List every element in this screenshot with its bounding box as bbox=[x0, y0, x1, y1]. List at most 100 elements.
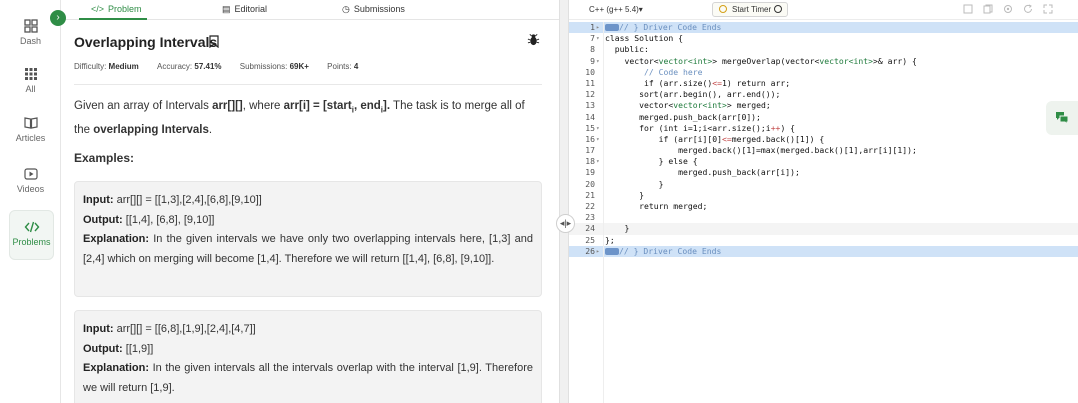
code-token: merged.push_back(arr[i]); bbox=[605, 167, 800, 178]
code-token: class Solution { bbox=[605, 33, 683, 44]
fullscreen-icon[interactable] bbox=[963, 4, 973, 14]
code-line[interactable]: 14 merged.push_back(arr[0]); bbox=[569, 112, 1078, 123]
chat-button[interactable] bbox=[1046, 101, 1078, 135]
nav-item-all[interactable]: All bbox=[0, 66, 61, 94]
start-timer-button[interactable]: Start Timer bbox=[712, 2, 788, 17]
example-input: Input: arr[][] = [[6,8],[1,9],[2,4],[4,7… bbox=[83, 320, 533, 340]
code-line[interactable]: 12 sort(arr.begin(), arr.end()); bbox=[569, 89, 1078, 100]
submissions-value: 69K+ bbox=[289, 62, 309, 71]
code-line[interactable]: 8 public: bbox=[569, 44, 1078, 55]
input-value: arr[][] = [[6,8],[1,9],[2,4],[4,7]] bbox=[113, 323, 256, 335]
timer-icon bbox=[719, 5, 727, 13]
code-token: return merged; bbox=[605, 201, 708, 211]
code-text: public: bbox=[605, 44, 649, 55]
code-line[interactable]: 16 ▾ if (arr[i][0]<=merged.back()[1]) { bbox=[569, 134, 1078, 145]
code-token: > mergeOverlap(vector< bbox=[712, 55, 820, 66]
code-line[interactable]: 10 // Code here bbox=[569, 67, 1078, 78]
accuracy-value: 57.41% bbox=[194, 62, 222, 71]
bug-report-icon[interactable] bbox=[527, 33, 540, 47]
submissions: Submissions: 69K+ bbox=[240, 62, 309, 71]
tab-problem[interactable]: </> Problem bbox=[79, 0, 147, 20]
output-value: [[1,9]] bbox=[122, 342, 154, 355]
chevron-right-icon: › bbox=[56, 12, 60, 23]
code-text: class Solution { bbox=[605, 33, 683, 44]
code-line[interactable]: 1 ▸// } Driver Code Ends bbox=[569, 22, 1078, 34]
code-token: vector< bbox=[605, 55, 659, 66]
tab-label: Submissions bbox=[353, 4, 405, 14]
input-label: Input: bbox=[83, 323, 114, 335]
line-number: 17 bbox=[585, 145, 595, 156]
code-token: <= bbox=[712, 77, 722, 88]
code-token: vector<int> bbox=[658, 55, 713, 66]
pane-splitter[interactable] bbox=[559, 0, 569, 403]
resize-handle-icon[interactable]: ◂|▸ bbox=[556, 214, 575, 233]
explanation-label: Explanation: bbox=[83, 233, 150, 245]
code-text: for (int i=1;i<arr.size();i++) { bbox=[605, 123, 795, 134]
code-token: merged.push_back(arr[0]); bbox=[605, 111, 761, 122]
expand-icon[interactable] bbox=[1043, 4, 1053, 14]
tab-editorial[interactable]: ▤ Editorial bbox=[222, 0, 267, 20]
settings-icon[interactable] bbox=[1003, 4, 1013, 14]
reset-icon[interactable] bbox=[1023, 4, 1033, 14]
code-text: // Code here bbox=[605, 67, 703, 78]
difficulty-value: Medium bbox=[108, 62, 139, 71]
line-number: 15 bbox=[585, 122, 595, 133]
nav-item-problems[interactable]: Problems bbox=[9, 210, 54, 260]
code-token: 1) return arr; bbox=[721, 77, 791, 88]
editor-toolbar: C++ (g++ 5.4)▾ Start Timer bbox=[569, 0, 1078, 20]
folded-region-marker[interactable] bbox=[605, 24, 619, 31]
clock-icon: ◷ bbox=[342, 4, 350, 14]
line-number: 26 bbox=[585, 245, 595, 256]
collapse-nav-button[interactable]: › bbox=[50, 10, 66, 26]
code-token: >& arr) { bbox=[873, 55, 917, 66]
nav-item-articles[interactable]: Articles bbox=[0, 115, 61, 143]
code-line[interactable]: 26 ▸// } Driver Code Ends bbox=[569, 245, 1078, 257]
code-line[interactable]: 23 bbox=[569, 212, 1078, 223]
code-line[interactable]: 18 ▾ } else { bbox=[569, 156, 1078, 167]
play-icon bbox=[23, 168, 38, 180]
difficulty: Difficulty: Medium bbox=[74, 62, 139, 71]
line-number: 8 bbox=[590, 44, 595, 55]
code-token: // } Driver Code Ends bbox=[619, 245, 722, 256]
folded-region-marker[interactable] bbox=[605, 247, 619, 255]
code-line[interactable]: 22 return merged; bbox=[569, 201, 1078, 212]
code-token: vector<int> bbox=[673, 100, 727, 111]
code-line[interactable]: 7 ▾ class Solution { bbox=[569, 33, 1078, 44]
play-circle-icon bbox=[774, 5, 783, 13]
code-line[interactable]: 9 ▾ vector<vector<int>> mergeOverlap(vect… bbox=[569, 56, 1078, 67]
code-line[interactable]: 24 } bbox=[569, 223, 1078, 235]
difficulty-label: Difficulty: bbox=[74, 62, 107, 71]
points: Points: 4 bbox=[327, 62, 358, 71]
nav-item-videos[interactable]: Videos bbox=[0, 166, 61, 194]
code-token: } else { bbox=[605, 156, 698, 167]
problem-pane: </> Problem ▤ Editorial ◷ Submissions Overl… bbox=[61, 0, 559, 403]
bookmark-icon[interactable] bbox=[209, 35, 219, 48]
code-text: } bbox=[605, 223, 629, 234]
code-line[interactable]: 15 ▾ for (int i=1;i<arr.size();i++) { bbox=[569, 123, 1078, 134]
desc-text: Given an array of Intervals bbox=[74, 100, 213, 112]
code-line[interactable]: 19 merged.push_back(arr[i]); bbox=[569, 167, 1078, 178]
output-label: Output: bbox=[83, 213, 123, 226]
code-line[interactable]: 25}; bbox=[569, 235, 1078, 246]
copy-icon[interactable] bbox=[983, 4, 993, 14]
language-select[interactable]: C++ (g++ 5.4)▾ bbox=[583, 2, 649, 17]
code-line[interactable]: 20 } bbox=[569, 179, 1078, 190]
code-area[interactable]: 1 ▸// } Driver Code Ends 7 ▾ class Solution … bbox=[569, 22, 1078, 403]
code-editor-pane: C++ (g++ 5.4)▾ Start Timer 1 ▸// } Driver… bbox=[569, 0, 1078, 403]
code-icon: </> bbox=[91, 4, 105, 14]
nav-item-label: All bbox=[25, 84, 36, 94]
nav-item-label: Dash bbox=[19, 36, 41, 46]
code-line[interactable]: 17 merged.back()[1]=max(merged.back()[1]… bbox=[569, 145, 1078, 156]
code-line[interactable]: 13 vector<vector<int>> merged; bbox=[569, 100, 1078, 111]
code-line[interactable]: 21 } bbox=[569, 190, 1078, 201]
grid-icon bbox=[24, 68, 37, 80]
left-nav: Dash All Articles Videos Problems bbox=[0, 0, 61, 403]
code-token: } bbox=[605, 223, 630, 234]
example-output: Output: [[1,9]] bbox=[83, 340, 533, 360]
accuracy-label: Accuracy: bbox=[157, 62, 193, 71]
explanation-value: In the given intervals all the intervals… bbox=[83, 362, 533, 394]
code-line[interactable]: 11 if (arr.size()<=1) return arr; bbox=[569, 78, 1078, 89]
tab-submissions[interactable]: ◷ Submissions bbox=[342, 0, 405, 20]
accuracy: Accuracy: 57.41% bbox=[157, 62, 222, 71]
code-token: ++ bbox=[770, 122, 781, 133]
